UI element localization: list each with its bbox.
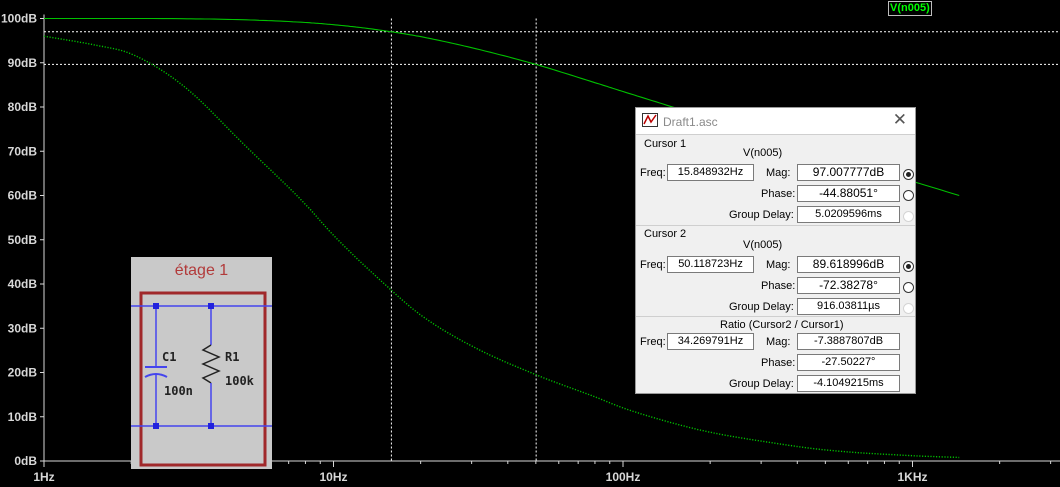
- cursor2-gd-radio[interactable]: [903, 303, 914, 314]
- cursor2-phase-label: Phase:: [761, 280, 796, 292]
- capacitor-value: 100n: [164, 384, 193, 398]
- ratio-mag-label: Mag:: [766, 336, 791, 348]
- y-tick-label: 40dB: [8, 277, 38, 291]
- resistor-symbol: [201, 344, 221, 384]
- y-tick-label: 70dB: [8, 144, 38, 158]
- cursor2-phase-field[interactable]: -72.38278°: [797, 277, 900, 294]
- cursor2-group: Cursor 2 V(n005) Freq: 50.118723Hz Mag: …: [636, 225, 915, 317]
- cursor2-group-label: Cursor 2: [644, 228, 687, 240]
- y-tick-label: 80dB: [8, 100, 38, 114]
- y-tick-label: 30dB: [8, 321, 38, 335]
- cursor1-freq-field[interactable]: 15.848932Hz: [667, 164, 754, 181]
- cursor1-phase-radio[interactable]: [903, 190, 914, 201]
- schematic-thumbnail: étage 1 C1 100n R1 100k: [131, 257, 272, 469]
- ratio-gd-field[interactable]: -4.1049215ms: [797, 375, 900, 392]
- cursor1-mag-radio[interactable]: [903, 169, 914, 180]
- y-tick-label: 10dB: [8, 410, 38, 424]
- y-tick-label: 60dB: [8, 189, 38, 203]
- cursor2-gd-field[interactable]: 916.03811µs: [797, 298, 900, 315]
- schematic-drawing: [131, 291, 272, 467]
- capacitor-label: C1: [162, 350, 177, 364]
- ltspice-app-icon: [642, 113, 658, 127]
- cursor2-mag-radio[interactable]: [903, 261, 914, 272]
- cursor1-mag-field[interactable]: 97.007777dB: [797, 164, 900, 181]
- ratio-freq-label: Freq:: [640, 336, 666, 348]
- dialog-titlebar[interactable]: Draft1.asc ✕: [636, 108, 915, 134]
- cursor-dialog[interactable]: Draft1.asc ✕ Cursor 1 V(n005) Freq: 15.8…: [635, 107, 916, 394]
- y-tick-label: 20dB: [8, 366, 38, 380]
- y-tick-label: 90dB: [8, 56, 38, 70]
- ratio-freq-field[interactable]: 34.269791Hz: [667, 333, 754, 350]
- cursor2-gd-label: Group Delay:: [729, 301, 794, 313]
- cursor1-group-label: Cursor 1: [644, 138, 687, 150]
- cursor1-phase-field[interactable]: -44.88051°: [797, 185, 900, 202]
- ratio-group-label: Ratio (Cursor2 / Cursor1): [720, 319, 844, 331]
- dialog-title: Draft1.asc: [663, 115, 718, 129]
- ratio-phase-label: Phase:: [761, 357, 796, 369]
- y-axis: 100dB 90dB 80dB 70dB 60dB 50dB 40dB 30dB 20dB 10d…: [1, 12, 45, 468]
- cursor2-mag-label: Mag:: [766, 259, 791, 271]
- cursor2-freq-field[interactable]: 50.118723Hz: [667, 256, 754, 273]
- cursor1-mag-label: Mag:: [766, 167, 791, 179]
- cursor1-phase-label: Phase:: [761, 188, 796, 200]
- cursor1-signal: V(n005): [743, 147, 783, 159]
- cursor2-mag-field[interactable]: 89.618996dB: [797, 256, 900, 273]
- close-icon[interactable]: ✕: [893, 111, 907, 129]
- ratio-phase-field[interactable]: -27.50227°: [797, 354, 900, 371]
- ratio-group: Ratio (Cursor2 / Cursor1) Freq: 34.26979…: [636, 316, 915, 394]
- x-tick-label: 1Hz: [33, 470, 54, 484]
- cursor1-freq-label: Freq:: [640, 167, 666, 179]
- trace-label[interactable]: V(n005): [888, 1, 932, 16]
- ratio-mag-field[interactable]: -7.3887807dB: [797, 333, 900, 350]
- cursor2-phase-radio[interactable]: [903, 282, 914, 293]
- resistor-value: 100k: [225, 374, 254, 388]
- cursor1-gd-label: Group Delay:: [729, 209, 794, 221]
- cursor1-gd-field[interactable]: 5.0209596ms: [797, 206, 900, 223]
- cursor2-signal: V(n005): [743, 239, 783, 251]
- y-tick-label: 100dB: [1, 12, 37, 26]
- cursor2-freq-label: Freq:: [640, 259, 666, 271]
- cursor1-gd-radio[interactable]: [903, 211, 914, 222]
- x-tick-label: 10Hz: [319, 470, 347, 484]
- x-tick-label: 100Hz: [606, 470, 641, 484]
- schematic-title: étage 1: [174, 262, 229, 279]
- cursor1-group: Cursor 1 V(n005) Freq: 15.848932Hz Mag: …: [636, 134, 915, 226]
- resistor-label: R1: [225, 350, 240, 364]
- y-tick-label: 50dB: [8, 233, 38, 247]
- x-tick-label: 1KHz: [897, 470, 927, 484]
- ratio-gd-label: Group Delay:: [729, 378, 794, 390]
- y-tick-label: 0dB: [14, 454, 37, 468]
